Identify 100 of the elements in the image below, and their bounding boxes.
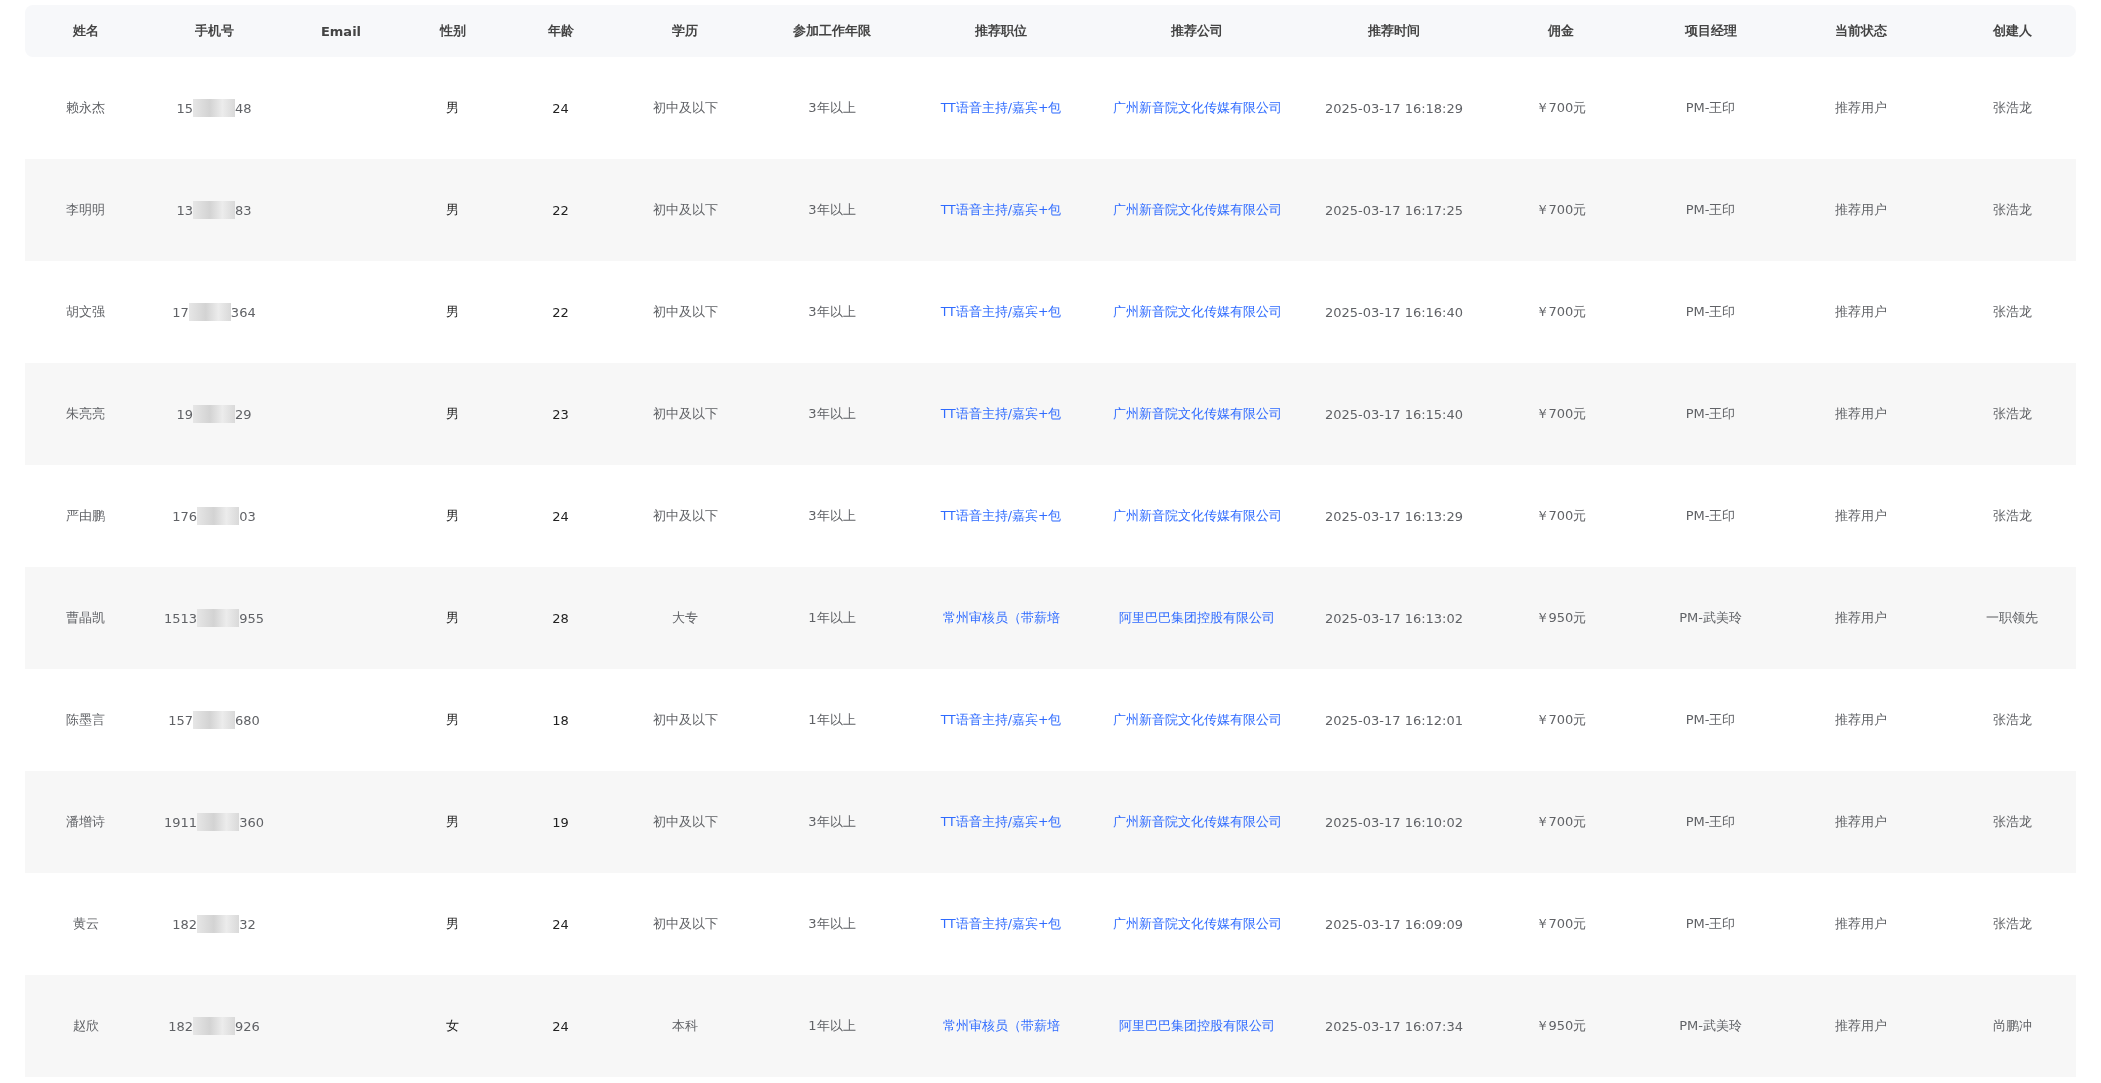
table-cell: 2025-03-17 16:18:29 bbox=[1324, 100, 1464, 116]
table-cell: 32 bbox=[239, 916, 256, 932]
table-cell: 182 bbox=[172, 916, 198, 932]
table-cell: 男 bbox=[446, 201, 459, 219]
table-cell: 初中及以下 bbox=[652, 201, 718, 219]
table-cell: 初中及以下 bbox=[652, 99, 718, 117]
redaction-blur bbox=[197, 507, 240, 525]
redaction-blur bbox=[197, 609, 240, 627]
column-header: 性别 bbox=[439, 22, 466, 40]
position-link[interactable]: TT语音主持/嘉宾+包 bbox=[940, 813, 1062, 831]
company-link[interactable]: 阿里巴巴集团控股有限公司 bbox=[1119, 1017, 1275, 1035]
table-cell: PM-王印 bbox=[1685, 711, 1736, 729]
table-cell: 364 bbox=[230, 304, 256, 320]
table-cell: 男 bbox=[446, 405, 459, 423]
company-link[interactable]: 阿里巴巴集团控股有限公司 bbox=[1119, 609, 1275, 627]
table-cell: 2025-03-17 16:07:34 bbox=[1324, 1018, 1464, 1034]
redaction-blur bbox=[193, 711, 235, 729]
position-link[interactable]: 常州审核员（带薪培 bbox=[942, 1017, 1060, 1035]
table-cell: 推荐用户 bbox=[1834, 303, 1887, 321]
table-cell: 3年以上 bbox=[808, 813, 856, 831]
table-cell: 男 bbox=[446, 711, 459, 729]
company-link[interactable]: 广州新音院文化传媒有限公司 bbox=[1112, 711, 1282, 729]
table-cell: 张浩龙 bbox=[1992, 507, 2032, 525]
redaction-blur bbox=[193, 1017, 235, 1035]
table-cell: 张浩龙 bbox=[1992, 99, 2032, 117]
table-cell: 推荐用户 bbox=[1834, 99, 1887, 117]
company-link[interactable]: 广州新音院文化传媒有限公司 bbox=[1112, 915, 1282, 933]
table-cell: 1911 bbox=[164, 814, 198, 830]
company-link[interactable]: 广州新音院文化传媒有限公司 bbox=[1112, 303, 1282, 321]
company-link[interactable]: 广州新音院文化传媒有限公司 bbox=[1112, 813, 1282, 831]
table-cell: 22 bbox=[552, 202, 569, 218]
table-cell: 赖永杰 bbox=[66, 99, 105, 117]
redaction-blur bbox=[193, 405, 235, 423]
position-link[interactable]: TT语音主持/嘉宾+包 bbox=[940, 201, 1062, 219]
table-cell: 初中及以下 bbox=[652, 507, 718, 525]
table-cell: PM-王印 bbox=[1685, 303, 1736, 321]
table-cell: 推荐用户 bbox=[1834, 609, 1887, 627]
table-cell: 1513 bbox=[164, 610, 198, 626]
table-cell: 男 bbox=[446, 507, 459, 525]
table-cell: 女 bbox=[446, 1017, 459, 1035]
column-header: 学历 bbox=[672, 22, 698, 40]
column-header: 推荐职位 bbox=[975, 22, 1027, 40]
table-cell: 28 bbox=[552, 610, 569, 626]
table-cell: 15 bbox=[176, 100, 193, 116]
position-link[interactable]: TT语音主持/嘉宾+包 bbox=[940, 507, 1062, 525]
column-header: 项目经理 bbox=[1684, 22, 1737, 40]
table-cell: 胡文强 bbox=[66, 303, 105, 321]
table-cell: 360 bbox=[239, 814, 264, 830]
table-cell: PM-武美玲 bbox=[1679, 609, 1742, 627]
table-cell: ￥950元 bbox=[1535, 1017, 1587, 1035]
company-link[interactable]: 广州新音院文化传媒有限公司 bbox=[1112, 201, 1282, 219]
column-header: 推荐时间 bbox=[1368, 22, 1420, 40]
table-cell: 2025-03-17 16:13:02 bbox=[1324, 610, 1464, 626]
table-cell: ￥700元 bbox=[1535, 507, 1587, 525]
table-cell: 176 bbox=[172, 508, 198, 524]
table-cell: 推荐用户 bbox=[1834, 711, 1887, 729]
table-cell: 2025-03-17 16:17:25 bbox=[1324, 202, 1464, 218]
redaction-blur bbox=[193, 201, 235, 219]
table-cell: 推荐用户 bbox=[1834, 813, 1887, 831]
table-cell: 黄云 bbox=[72, 915, 99, 933]
table-cell: 680 bbox=[235, 712, 260, 728]
table-cell: 926 bbox=[235, 1018, 260, 1034]
company-link[interactable]: 广州新音院文化传媒有限公司 bbox=[1112, 99, 1282, 117]
redaction-blur bbox=[193, 99, 235, 117]
table-cell: 2025-03-17 16:12:01 bbox=[1324, 712, 1464, 728]
table-cell: 1年以上 bbox=[808, 711, 856, 729]
redaction-blur bbox=[197, 915, 240, 933]
position-link[interactable]: TT语音主持/嘉宾+包 bbox=[940, 303, 1062, 321]
table-cell: 大专 bbox=[672, 609, 698, 627]
position-link[interactable]: 常州审核员（带薪培 bbox=[942, 609, 1060, 627]
table-cell: 2025-03-17 16:10:02 bbox=[1324, 814, 1464, 830]
position-link[interactable]: TT语音主持/嘉宾+包 bbox=[940, 915, 1062, 933]
table-cell: 3年以上 bbox=[808, 303, 856, 321]
position-link[interactable]: TT语音主持/嘉宾+包 bbox=[940, 405, 1062, 423]
table-cell: 张浩龙 bbox=[1992, 405, 2032, 423]
table-cell: 男 bbox=[446, 303, 459, 321]
table-cell: ￥700元 bbox=[1535, 813, 1587, 831]
table-cell: 张浩龙 bbox=[1992, 201, 2032, 219]
position-link[interactable]: TT语音主持/嘉宾+包 bbox=[940, 99, 1062, 117]
table-cell: 张浩龙 bbox=[1992, 813, 2032, 831]
company-link[interactable]: 广州新音院文化传媒有限公司 bbox=[1112, 405, 1282, 423]
company-link[interactable]: 广州新音院文化传媒有限公司 bbox=[1112, 507, 1282, 525]
table-cell: 24 bbox=[552, 1018, 569, 1034]
table-cell: 2025-03-17 16:15:40 bbox=[1324, 406, 1464, 422]
table-cell: 尚鹏冲 bbox=[1992, 1017, 2032, 1035]
table-cell: 张浩龙 bbox=[1992, 711, 2032, 729]
table-cell: 83 bbox=[235, 202, 252, 218]
redaction-blur bbox=[188, 303, 231, 321]
table-cell: 2025-03-17 16:16:40 bbox=[1324, 304, 1464, 320]
position-link[interactable]: TT语音主持/嘉宾+包 bbox=[940, 711, 1062, 729]
table-cell: 18 bbox=[552, 712, 569, 728]
table-cell: 男 bbox=[446, 609, 459, 627]
table-cell: 29 bbox=[235, 406, 252, 422]
table-cell: 03 bbox=[239, 508, 256, 524]
table-cell: 初中及以下 bbox=[652, 711, 718, 729]
table-cell: 13 bbox=[176, 202, 193, 218]
table-cell: 初中及以下 bbox=[652, 303, 718, 321]
column-header: 参加工作年限 bbox=[793, 22, 871, 40]
column-header: 当前状态 bbox=[1834, 22, 1887, 40]
table-cell: 推荐用户 bbox=[1834, 915, 1887, 933]
